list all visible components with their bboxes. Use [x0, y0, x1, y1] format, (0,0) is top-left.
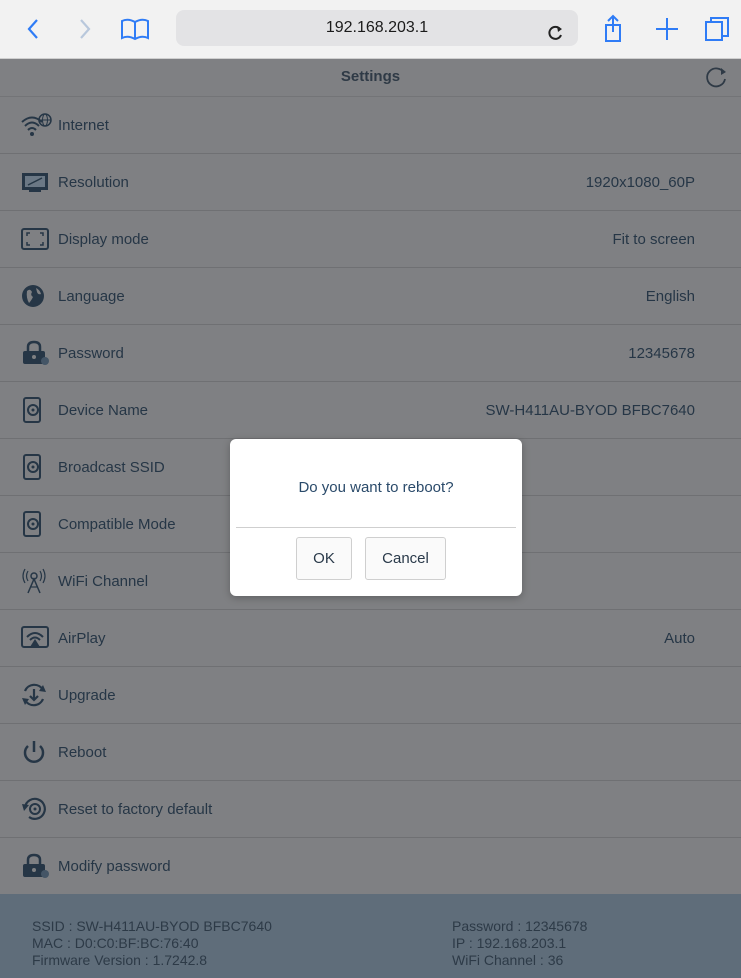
phone-gear-icon — [20, 453, 54, 481]
dialog-message: Do you want to reboot? — [298, 479, 454, 496]
airplay-icon — [20, 624, 54, 652]
settings-item-display-mode[interactable]: Display mode Fit to screen — [0, 211, 741, 268]
settings-item-factory-reset[interactable]: Reset to factory default — [0, 781, 741, 838]
settings-item-label: Device Name — [58, 401, 149, 419]
lock-icon — [20, 339, 54, 367]
upgrade-icon — [20, 681, 54, 709]
new-tab-icon[interactable] — [652, 14, 682, 44]
device-info-footer: SSID : SW-H411AU-BYOD BFBC7640 MAC : D0:… — [0, 894, 741, 978]
settings-item-label: Password — [58, 344, 124, 362]
reload-icon[interactable] — [546, 18, 564, 54]
settings-item-value: Fit to screen — [612, 230, 695, 248]
settings-item-label: AirPlay — [58, 629, 106, 647]
monitor-icon — [20, 168, 54, 196]
fullscreen-icon — [20, 225, 54, 253]
share-icon[interactable] — [598, 14, 628, 44]
antenna-icon — [20, 567, 54, 595]
settings-item-upgrade[interactable]: Upgrade — [0, 667, 741, 724]
cancel-button[interactable]: Cancel — [365, 537, 446, 580]
settings-item-airplay[interactable]: AirPlay Auto — [0, 610, 741, 667]
settings-item-value: 12345678 — [628, 344, 695, 362]
power-icon — [20, 738, 54, 766]
settings-item-label: Internet — [58, 116, 109, 134]
ssid-text: SSID : SW-H411AU-BYOD BFBC7640 — [32, 918, 272, 934]
wifi-channel-text: WiFi Channel : 36 — [452, 952, 564, 968]
ok-button[interactable]: OK — [296, 537, 352, 580]
mac-text: MAC : D0:C0:BF:BC:76:40 — [32, 935, 199, 951]
factory-reset-icon — [20, 795, 54, 823]
settings-item-value: 1920x1080_60P — [585, 173, 695, 191]
forward-icon[interactable] — [70, 14, 100, 44]
url-text: 192.168.203.1 — [325, 19, 429, 36]
settings-item-internet[interactable]: Internet — [0, 97, 741, 154]
page-title: Settings — [340, 68, 401, 85]
settings-header: Settings — [0, 58, 741, 97]
settings-item-modify-password[interactable]: Modify password — [0, 838, 741, 894]
reboot-dialog: Do you want to reboot? OK Cancel — [230, 439, 522, 596]
dialog-divider — [236, 527, 516, 528]
refresh-icon[interactable] — [703, 64, 729, 90]
phone-gear-icon — [20, 396, 54, 424]
bookmarks-icon[interactable] — [118, 14, 152, 44]
settings-item-label: Language — [58, 287, 125, 305]
wifi-globe-icon — [20, 111, 54, 139]
settings-item-label: Reset to factory default — [58, 800, 213, 818]
settings-item-value: SW-H411AU-BYOD BFBC7640 — [485, 401, 695, 419]
device-info-left: SSID : SW-H411AU-BYOD BFBC7640 MAC : D0:… — [32, 918, 272, 969]
settings-item-password[interactable]: Password 12345678 — [0, 325, 741, 382]
settings-item-label: Broadcast SSID — [58, 458, 165, 476]
settings-item-resolution[interactable]: Resolution 1920x1080_60P — [0, 154, 741, 211]
firmware-text: Firmware Version : 1.7242.8 — [32, 952, 208, 968]
device-info-right: Password : 12345678 IP : 192.168.203.1 W… — [452, 918, 587, 969]
ip-text: IP : 192.168.203.1 — [452, 935, 567, 951]
address-bar[interactable]: 192.168.203.1 — [176, 10, 578, 46]
browser-toolbar: 192.168.203.1 — [0, 0, 741, 59]
settings-item-label: Modify password — [58, 857, 171, 875]
settings-item-label: Resolution — [58, 173, 129, 191]
settings-item-value: English — [645, 287, 695, 305]
settings-item-label: Upgrade — [58, 686, 116, 704]
lock-icon — [20, 852, 54, 880]
password-text: Password : 12345678 — [452, 918, 588, 934]
settings-item-language[interactable]: Language English — [0, 268, 741, 325]
phone-gear-icon — [20, 510, 54, 538]
settings-item-label: WiFi Channel — [58, 572, 149, 590]
settings-item-label: Reboot — [58, 743, 107, 761]
back-icon[interactable] — [18, 14, 48, 44]
globe-icon — [20, 282, 54, 310]
settings-item-label: Compatible Mode — [58, 515, 176, 533]
settings-item-reboot[interactable]: Reboot — [0, 724, 741, 781]
settings-item-device-name[interactable]: Device Name SW-H411AU-BYOD BFBC7640 — [0, 382, 741, 439]
settings-item-label: Display mode — [58, 230, 149, 248]
tabs-icon[interactable] — [702, 14, 732, 44]
settings-item-value: Auto — [664, 629, 695, 647]
